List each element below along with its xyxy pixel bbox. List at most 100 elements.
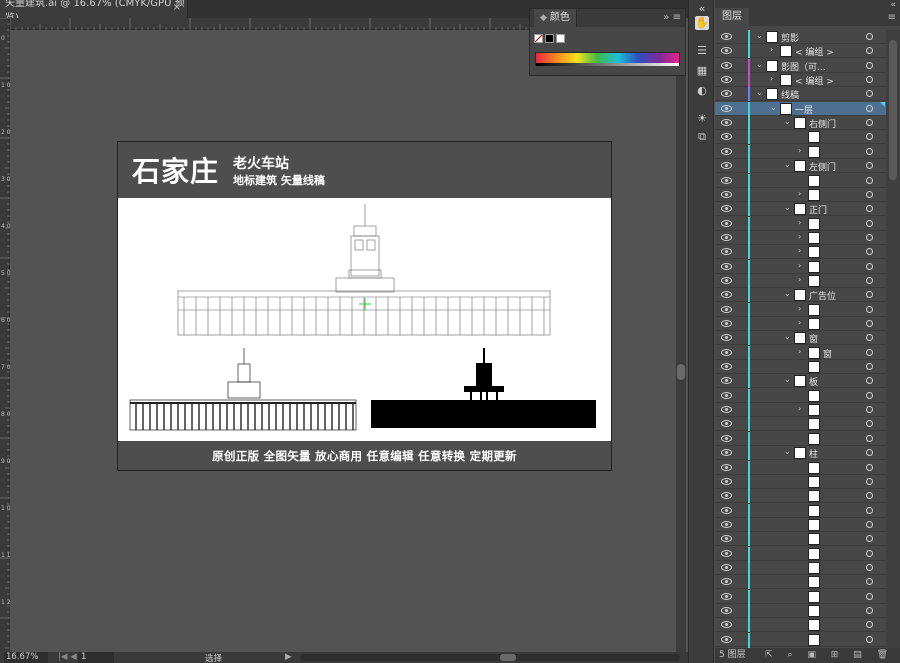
chevron-down-icon[interactable]: ⌄ xyxy=(756,60,764,69)
layer-row[interactable]: › < 编组 > xyxy=(715,44,886,59)
hand-icon[interactable]: ✋ xyxy=(695,16,709,30)
horizontal-scrollbar[interactable] xyxy=(300,654,680,661)
visibility-eye-icon[interactable] xyxy=(721,61,732,70)
collapse-icon[interactable]: « xyxy=(890,0,896,10)
layer-row[interactable] xyxy=(715,489,886,504)
target-circle-icon[interactable] xyxy=(866,391,873,399)
target-circle-icon[interactable] xyxy=(866,535,873,543)
layers-scrollbar[interactable] xyxy=(886,30,900,648)
layer-row[interactable] xyxy=(715,388,886,403)
chevron-right-icon[interactable]: › xyxy=(798,275,806,284)
visibility-eye-icon[interactable] xyxy=(721,190,732,199)
vertical-ruler[interactable]: 0 1 0 2 0 3 0 4 0 5 0 6 0 7 0 8 0 9 0 1 0 0 1 1 0 1 … xyxy=(0,18,10,652)
chevron-down-icon[interactable]: ⌄ xyxy=(756,88,764,97)
scroll-thumb[interactable] xyxy=(677,364,685,380)
target-circle-icon[interactable] xyxy=(866,162,873,170)
visibility-eye-icon[interactable] xyxy=(721,463,732,472)
layer-row[interactable] xyxy=(715,360,886,375)
visibility-eye-icon[interactable] xyxy=(721,147,732,156)
visibility-eye-icon[interactable] xyxy=(721,434,732,443)
visibility-eye-icon[interactable] xyxy=(721,247,732,256)
chevron-right-icon[interactable]: › xyxy=(798,347,806,356)
target-circle-icon[interactable] xyxy=(866,147,873,155)
target-circle-icon[interactable] xyxy=(866,305,873,313)
layer-row[interactable]: ⌄ 右侧门 xyxy=(715,116,886,131)
close-icon[interactable]: × xyxy=(173,2,181,13)
layer-row[interactable] xyxy=(715,173,886,188)
layer-row[interactable]: › xyxy=(715,245,886,260)
target-circle-icon[interactable] xyxy=(866,76,873,84)
chevron-down-icon[interactable]: ⌄ xyxy=(756,31,764,40)
visibility-eye-icon[interactable] xyxy=(721,276,732,285)
chevron-right-icon[interactable]: › xyxy=(798,218,806,227)
target-circle-icon[interactable] xyxy=(866,190,873,198)
document-tab[interactable]: 矢量建筑.ai @ 16.67% (CMYK/GPU 预览) × xyxy=(0,0,188,24)
target-circle-icon[interactable] xyxy=(866,363,873,371)
chevron-right-icon[interactable]: › xyxy=(798,232,806,241)
visibility-eye-icon[interactable] xyxy=(721,75,732,84)
visibility-eye-icon[interactable] xyxy=(721,161,732,170)
target-circle-icon[interactable] xyxy=(866,33,873,40)
target-circle-icon[interactable] xyxy=(866,47,873,55)
chevron-right-icon[interactable]: › xyxy=(770,74,778,83)
visibility-eye-icon[interactable] xyxy=(721,534,732,543)
layer-row[interactable] xyxy=(715,503,886,518)
swatches-icon[interactable]: ▦ xyxy=(695,64,709,78)
visibility-eye-icon[interactable] xyxy=(721,635,732,644)
visibility-eye-icon[interactable] xyxy=(721,477,732,486)
target-circle-icon[interactable] xyxy=(866,607,873,614)
layer-row[interactable]: ⌄ 影图（可... xyxy=(715,58,886,73)
visibility-eye-icon[interactable] xyxy=(721,405,732,414)
chevron-down-icon[interactable]: ⌄ xyxy=(784,117,792,126)
collapse-icon[interactable]: « xyxy=(695,2,709,16)
target-circle-icon[interactable] xyxy=(866,621,873,629)
target-circle-icon[interactable] xyxy=(866,563,873,571)
target-circle-icon[interactable] xyxy=(866,104,873,112)
target-circle-icon[interactable] xyxy=(866,592,873,600)
visibility-eye-icon[interactable] xyxy=(721,176,732,185)
layer-row[interactable]: ⌄ 板 xyxy=(715,374,886,389)
layer-row[interactable] xyxy=(715,618,886,633)
layer-row[interactable] xyxy=(715,546,886,561)
tab-color[interactable]: ◆ 颜色 xyxy=(534,9,577,27)
layer-row[interactable]: ⌄ 广告位 xyxy=(715,288,886,303)
target-circle-icon[interactable] xyxy=(866,635,873,643)
layer-row[interactable]: › xyxy=(715,273,886,288)
visibility-eye-icon[interactable] xyxy=(721,592,732,601)
layer-row[interactable] xyxy=(715,130,886,145)
artboard-number-field[interactable]: 1 xyxy=(78,652,114,663)
layer-row[interactable] xyxy=(715,460,886,475)
target-circle-icon[interactable] xyxy=(866,248,873,256)
layer-row[interactable]: › xyxy=(715,216,886,231)
layer-row[interactable]: › xyxy=(715,403,886,418)
target-circle-icon[interactable] xyxy=(866,463,873,471)
target-circle-icon[interactable] xyxy=(866,90,873,98)
visibility-eye-icon[interactable] xyxy=(721,520,732,529)
color-spectrum[interactable] xyxy=(535,52,680,66)
layer-row[interactable] xyxy=(715,431,886,446)
chevron-right-icon[interactable]: › xyxy=(798,146,806,155)
visibility-eye-icon[interactable] xyxy=(721,219,732,228)
visibility-eye-icon[interactable] xyxy=(721,46,732,55)
visibility-eye-icon[interactable] xyxy=(721,448,732,457)
visibility-eye-icon[interactable] xyxy=(721,506,732,515)
chevron-down-icon[interactable]: ⌄ xyxy=(784,203,792,212)
target-circle-icon[interactable] xyxy=(866,61,873,69)
artboard-nav-prev[interactable]: |◀ ◀ xyxy=(58,652,77,662)
chevron-down-icon[interactable]: ⌄ xyxy=(784,375,792,384)
layer-row[interactable] xyxy=(715,575,886,590)
white-swatch[interactable] xyxy=(556,34,565,43)
chevron-right-icon[interactable]: › xyxy=(798,404,806,413)
chevron-right-icon[interactable]: › xyxy=(770,45,778,54)
layer-row[interactable]: ⌄ 左侧门 xyxy=(715,159,886,174)
visibility-eye-icon[interactable] xyxy=(721,348,732,357)
target-circle-icon[interactable] xyxy=(866,291,873,299)
visibility-eye-icon[interactable] xyxy=(721,563,732,572)
layer-row[interactable]: ⌄ 剪影 xyxy=(715,30,886,44)
visibility-eye-icon[interactable] xyxy=(721,549,732,558)
target-circle-icon[interactable] xyxy=(866,320,873,327)
layer-row[interactable] xyxy=(715,474,886,489)
chevron-down-icon[interactable]: ⌄ xyxy=(784,160,792,169)
visibility-eye-icon[interactable] xyxy=(721,305,732,314)
visibility-eye-icon[interactable] xyxy=(721,491,732,500)
